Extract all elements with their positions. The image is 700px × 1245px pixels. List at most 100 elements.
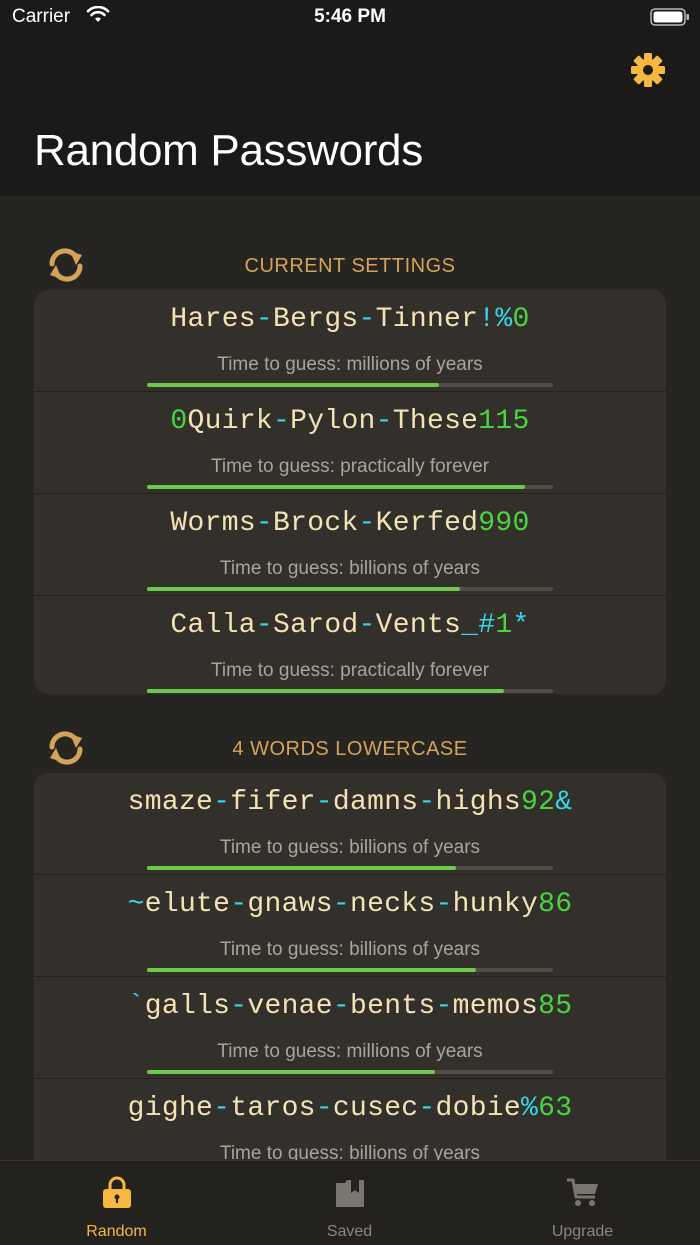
password-word: Kerfed [375, 508, 479, 539]
password-symbol: - [213, 787, 231, 818]
password-symbol: ~ [127, 889, 145, 920]
password-symbol: - [358, 304, 376, 335]
password-digits: 0 [512, 304, 530, 335]
password-digits: 63 [538, 1093, 573, 1124]
password-text: Calla-Sarod-Vents_#1* [34, 610, 666, 641]
time-to-guess-label: Time to guess: billions of years [219, 558, 481, 579]
password-symbol: - [213, 1093, 231, 1124]
time-to-guess-label: Time to guess: practically forever [210, 660, 490, 681]
battery-icon [650, 8, 689, 26]
password-symbol: - [435, 889, 453, 920]
password-symbol: - [332, 889, 350, 920]
password-symbol: - [358, 508, 376, 539]
password-row[interactable]: Hares-Bergs-Tinner!%0 Time to guess: mil… [34, 290, 666, 392]
tab-label-random: Random [86, 1223, 147, 1240]
tab-random[interactable]: Random [0, 1161, 233, 1245]
password-row[interactable]: smaze-fifer-damns-highs92& Time to guess… [34, 773, 666, 875]
password-word: bents [350, 991, 436, 1022]
strength-bar [147, 968, 553, 972]
password-symbol: - [230, 889, 248, 920]
password-symbol: _# [461, 610, 496, 641]
time-to-guess-label: Time to guess: practically forever [210, 456, 490, 477]
password-row[interactable]: ~elute-gnaws-necks-hunky86 Time to guess… [34, 875, 666, 977]
tab-saved[interactable]: Saved [233, 1161, 466, 1245]
navigation-header: Random Passwords [0, 34, 700, 196]
time-to-guess-label: Time to guess: billions of years [219, 939, 481, 960]
password-word: cusec [332, 1093, 419, 1124]
password-word: highs [435, 787, 522, 818]
password-word: Worms [170, 508, 256, 539]
password-text: gighe-taros-cusec-dobie%63 [34, 1093, 666, 1124]
password-symbol: - [315, 787, 333, 818]
password-row[interactable]: Calla-Sarod-Vents_#1* Time to guess: pra… [34, 596, 666, 694]
gear-icon[interactable] [629, 51, 667, 89]
password-symbol: - [418, 787, 436, 818]
password-row[interactable]: 0Quirk-Pylon-These115 Time to guess: pra… [34, 392, 666, 494]
password-text: ~elute-gnaws-necks-hunky86 [34, 889, 666, 920]
cart-icon [567, 1178, 598, 1206]
password-word: Hares [170, 304, 256, 335]
password-word: damns [332, 787, 419, 818]
tab-upgrade[interactable]: Upgrade [466, 1161, 699, 1245]
tab-label-saved: Saved [326, 1223, 373, 1240]
password-digits: 115 [478, 406, 530, 437]
strength-bar [147, 866, 553, 870]
password-digits: 85 [538, 991, 573, 1022]
page-title: Random Passwords [34, 126, 423, 175]
tab-bar: Random Saved Upgrade [0, 1160, 700, 1245]
password-symbol: - [418, 1093, 436, 1124]
password-word: Vents [375, 610, 462, 641]
bookmark-icon [336, 1180, 364, 1207]
time-to-guess-label: Time to guess: millions of years [217, 354, 483, 375]
strength-bar-fill [147, 587, 460, 591]
clock: 5:46 PM [314, 6, 386, 27]
password-word: memos [452, 991, 539, 1022]
password-text: Hares-Bergs-Tinner!%0 [34, 304, 666, 335]
section-title: 4 WORDS LOWERCASE [232, 738, 468, 760]
password-symbol: & [555, 787, 573, 818]
tab-label-upgrade: Upgrade [551, 1223, 614, 1240]
password-digits: 86 [538, 889, 573, 920]
password-symbol: - [230, 991, 248, 1022]
password-text: Worms-Brock-Kerfed990 [34, 508, 666, 539]
strength-bar-fill [147, 866, 456, 870]
password-card-4-words-lowercase: smaze-fifer-damns-highs92& Time to guess… [34, 773, 666, 1177]
lock-icon [103, 1176, 131, 1208]
password-symbol: % [521, 1093, 539, 1124]
strength-bar [147, 587, 553, 591]
section-header-4-words-lowercase: 4 WORDS LOWERCASE [0, 728, 700, 768]
password-row[interactable]: Worms-Brock-Kerfed990 Time to guess: bil… [34, 494, 666, 596]
password-word: necks [350, 889, 436, 920]
strength-bar-fill [147, 968, 476, 972]
password-word: Bergs [273, 304, 359, 335]
password-word: Calla [170, 610, 256, 641]
password-symbol: - [358, 610, 376, 641]
password-card-current-settings: Hares-Bergs-Tinner!%0 Time to guess: mil… [34, 290, 666, 694]
password-word: galls [144, 991, 231, 1022]
section-header-current-settings: CURRENT SETTINGS [0, 245, 700, 285]
password-word: Tinner [375, 304, 479, 335]
password-word: These [392, 406, 479, 437]
password-symbol: * [512, 610, 530, 641]
strength-bar-fill [147, 689, 505, 693]
password-symbol: - [255, 304, 274, 335]
password-digits: 0 [170, 406, 188, 437]
password-word: Pylon [290, 406, 376, 437]
password-word: hunky [452, 889, 539, 920]
time-to-guess-label: Time to guess: billions of years [219, 837, 481, 858]
password-text: 0Quirk-Pylon-These115 [34, 406, 666, 437]
password-symbol: - [255, 610, 274, 641]
password-text: smaze-fifer-damns-highs92& [34, 787, 666, 818]
password-word: dobie [435, 1093, 522, 1124]
password-symbol: - [435, 991, 453, 1022]
password-digits: 1 [495, 610, 513, 641]
password-symbol: ` [127, 991, 145, 1022]
password-symbol: !% [478, 304, 513, 335]
section-title: CURRENT SETTINGS [244, 255, 456, 277]
password-symbol: - [315, 1093, 333, 1124]
strength-bar [147, 485, 553, 489]
password-row[interactable]: `galls-venae-bents-memos85 Time to guess… [34, 977, 666, 1079]
status-bar: Carrier 5:46 PM [0, 0, 700, 34]
password-word: smaze [127, 787, 214, 818]
password-word: taros [230, 1093, 316, 1124]
